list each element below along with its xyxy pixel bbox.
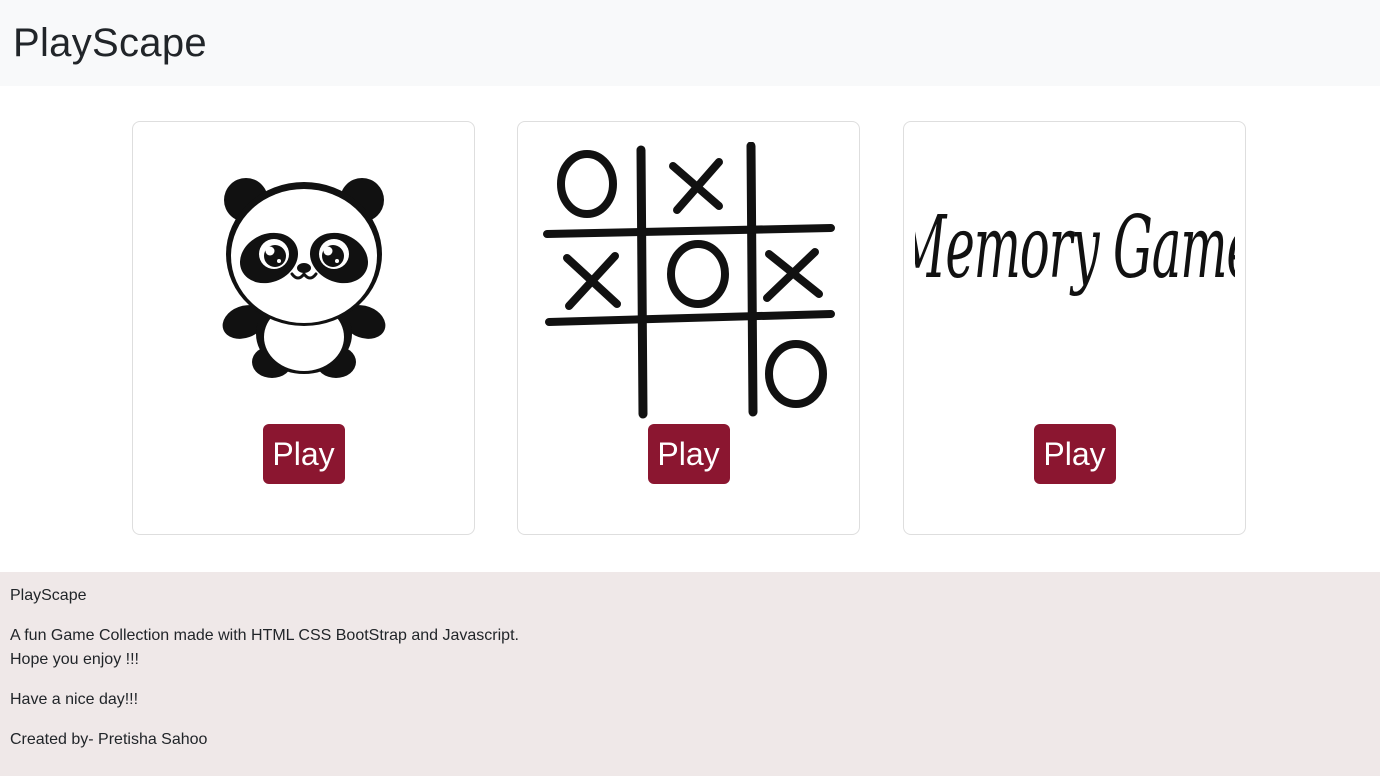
play-button-tic-tac-toe[interactable]: Play: [647, 424, 730, 484]
play-button-panda[interactable]: Play: [262, 424, 345, 484]
game-card-panda: Play: [132, 121, 475, 535]
tic-tac-toe-image: [518, 122, 859, 422]
panda-icon: [222, 178, 385, 378]
footer-description: A fun Game Collection made with HTML CSS…: [10, 624, 1370, 672]
footer-line-2: Hope you enjoy !!!: [10, 651, 139, 668]
game-cards: Play Play Memory Gam Play: [0, 86, 1380, 572]
footer-credit: Created by- Pretisha Sahoo: [10, 731, 208, 748]
panda-image: [133, 122, 474, 422]
footer: PlayScape A fun Game Collection made wit…: [0, 572, 1380, 776]
footer-greeting: Have a nice day!!!: [10, 691, 139, 708]
memory-game-logo-text: Memory Game: [915, 197, 1235, 297]
memory-game-image: Memory Game: [904, 122, 1245, 422]
footer-line-1: A fun Game Collection made with HTML CSS…: [10, 627, 519, 644]
navbar: PlayScape: [0, 0, 1380, 86]
play-button-memory-game[interactable]: Play: [1033, 424, 1116, 484]
game-card-memory-game: Memory Game Play: [903, 121, 1246, 535]
memory-game-logo: Memory Game: [915, 197, 1235, 297]
tic-tac-toe-board-icon: [542, 142, 835, 419]
brand-link[interactable]: PlayScape: [13, 21, 207, 66]
game-card-tic-tac-toe: Play: [517, 121, 860, 535]
footer-title: PlayScape: [10, 587, 87, 604]
